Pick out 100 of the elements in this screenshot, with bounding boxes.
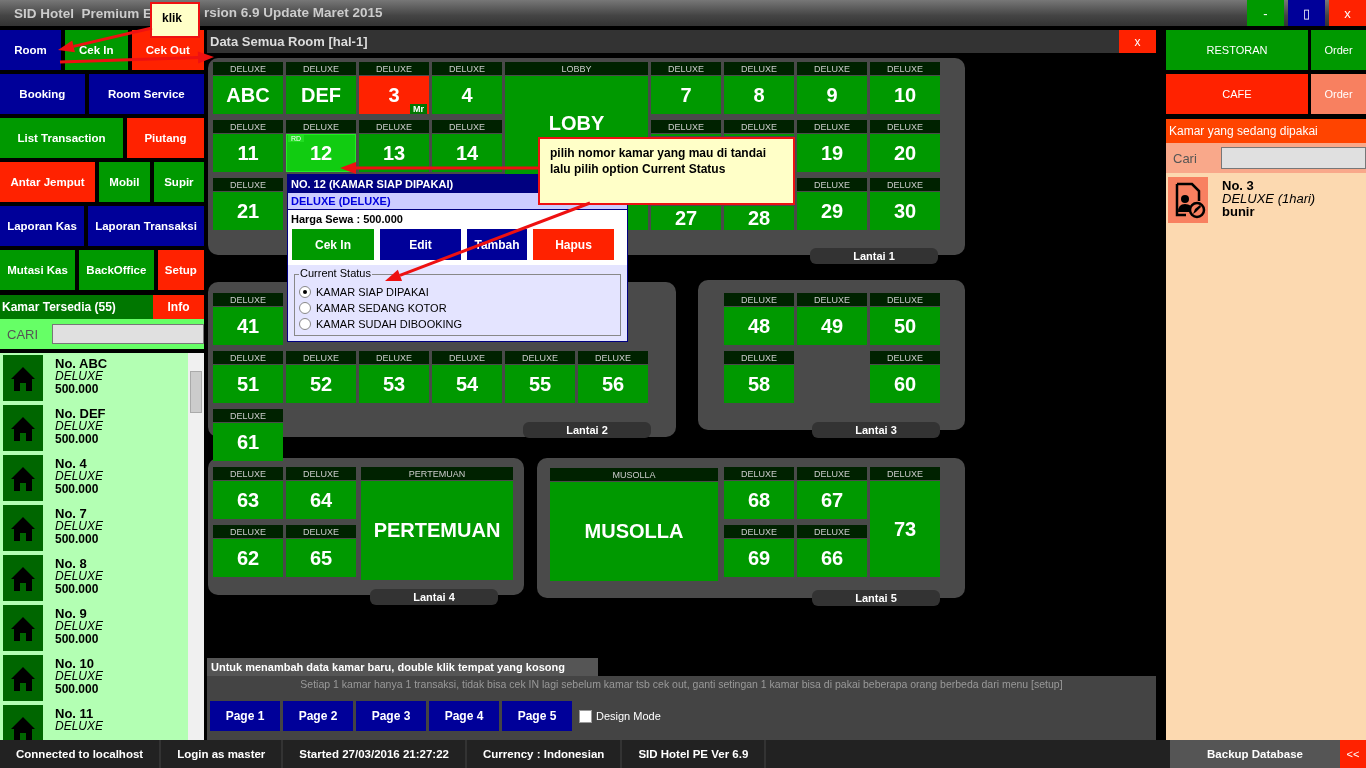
room-type: DELUXE	[55, 370, 105, 383]
hint-text: Untuk menambah data kamar baru, double klik tempat yang kosong	[207, 658, 598, 676]
room-price: 500.000	[55, 383, 100, 396]
minimize-button[interactable]: -	[1247, 0, 1284, 26]
floor-label: Lantai 4	[370, 589, 498, 605]
room-number: 19	[820, 141, 844, 165]
room-type: DELUXE	[668, 63, 704, 74]
page-button[interactable]: Page 4	[429, 701, 499, 731]
room-type: DELUXE	[741, 121, 777, 132]
room-number: 10	[893, 83, 917, 107]
room-number: PERTEMUAN	[373, 519, 501, 542]
info-text: Setiap 1 kamar hanya 1 transaksi, tidak bisa cek IN lagi sebelum kamar tsb cek out, ganti setingan 1 kamar bisa di pakai beberapa orang berbeda dari menu [setup]	[207, 676, 1156, 692]
menu-button[interactable]: Laporan Kas	[0, 206, 85, 246]
room-number: 64	[309, 488, 333, 512]
menu-button[interactable]: RESTORAN	[1166, 30, 1308, 70]
room-number: 53	[382, 372, 406, 396]
menu-button[interactable]: Mutasi Kas	[0, 250, 76, 290]
room-badge: Mr	[410, 104, 427, 114]
room-type: DELUXE	[376, 352, 412, 363]
action-button[interactable]: Hapus	[533, 229, 614, 260]
room-number: 14	[455, 141, 479, 165]
info-button[interactable]: Info	[153, 295, 204, 319]
floor-label: Lantai 5	[812, 590, 940, 606]
room-type: DELUXE	[55, 470, 104, 483]
room-number: 56	[601, 372, 625, 396]
checkbox-label: Design Mode	[596, 710, 661, 722]
room-name: No. 10	[55, 657, 95, 670]
menu-button[interactable]: Antar Jemput	[0, 162, 95, 202]
room-number: 58	[747, 372, 771, 396]
room-number: 68	[747, 488, 771, 512]
room-tile[interactable]: DELUXE	[724, 120, 794, 136]
room-number: 21	[236, 199, 260, 223]
page-button[interactable]: Page 3	[356, 701, 426, 731]
panel-header: Kamar Tersedia (55)	[0, 295, 153, 319]
scrollbar[interactable]	[188, 353, 204, 740]
room-number: 49	[820, 314, 844, 338]
room-type: DELUXE	[887, 468, 923, 479]
room-type: DELUXE	[814, 526, 850, 537]
menu-button[interactable]: CAFE	[1166, 74, 1308, 114]
document-person-icon	[1168, 177, 1208, 223]
page-button[interactable]: Page 5	[502, 701, 572, 731]
page-button[interactable]: Page 1	[210, 701, 280, 731]
backup-button[interactable]: Backup Database	[1170, 740, 1340, 768]
room-number: MUSOLLA	[584, 520, 684, 543]
room-name: No. DEF	[55, 407, 106, 420]
search-label: Cari	[1172, 150, 1198, 166]
search-field[interactable]	[52, 324, 204, 344]
room-type: DELUXE	[668, 121, 704, 132]
maximize-button[interactable]: ▯	[1288, 0, 1325, 26]
menu-button[interactable]: Laporan Transaksi	[88, 206, 204, 246]
order-button[interactable]: Order	[1311, 30, 1366, 70]
menu-button[interactable]: BackOffice	[79, 250, 154, 290]
menu-button[interactable]: Room Service	[88, 74, 204, 114]
room-type: DELUXE	[303, 526, 339, 537]
status-text: Connected to localhost	[0, 740, 162, 768]
radio-button[interactable]	[299, 302, 311, 314]
room-number: 54	[455, 372, 479, 396]
checkbox[interactable]	[579, 709, 592, 723]
room-type: DELUXE	[230, 121, 266, 132]
room-number: 3	[388, 83, 400, 107]
room-number: 73	[893, 517, 917, 541]
house-icon	[3, 405, 43, 451]
collapse-button[interactable]: <<	[1340, 740, 1366, 768]
room-type: DELUXE	[55, 670, 104, 683]
room-type: DELUXE	[741, 294, 777, 305]
room-tile[interactable]: 28	[724, 206, 794, 230]
action-button[interactable]: Edit	[380, 229, 461, 260]
room-number: 20	[893, 141, 917, 165]
room-type: MUSOLLA	[612, 469, 656, 480]
callout-tooltip: klik	[150, 2, 200, 38]
room-number: 9	[826, 83, 838, 107]
room-type: DELUXE	[741, 63, 777, 74]
room-type: DELUXE	[230, 352, 266, 363]
room-number: 60	[893, 372, 917, 396]
close-button[interactable]: x	[1329, 0, 1366, 26]
menu-button[interactable]: List Transaction	[0, 118, 123, 158]
menu-button[interactable]: Room	[0, 30, 61, 70]
page-button[interactable]: Page 2	[283, 701, 353, 731]
close-button[interactable]: x	[1119, 30, 1156, 53]
menu-button[interactable]: Mobil	[98, 162, 150, 202]
action-button[interactable]: Cek In	[292, 229, 374, 260]
search-field[interactable]	[1221, 147, 1366, 169]
price-label: Harga Sewa : 500.000	[290, 212, 404, 227]
room-type: DELUXE	[230, 179, 266, 190]
radio-button[interactable]	[299, 286, 311, 298]
menu-button[interactable]: Setup	[157, 250, 204, 290]
radio-button[interactable]	[299, 318, 311, 330]
room-price: 500.000	[55, 533, 100, 546]
room-tile[interactable]: 27	[651, 206, 721, 230]
room-type: DELUXE	[595, 352, 631, 363]
menu-button[interactable]: Booking	[0, 74, 85, 114]
window-title: Data Semua Room [hal-1]	[210, 34, 368, 49]
house-icon	[3, 455, 43, 501]
room-price: 500.000	[55, 583, 100, 596]
room-number: 69	[747, 546, 771, 570]
room-tile[interactable]: DELUXE	[651, 120, 721, 136]
menu-button[interactable]: Piutang	[127, 118, 204, 158]
menu-button[interactable]: Supir	[153, 162, 204, 202]
guest-name: bunir	[1222, 205, 1256, 218]
room-type: DELUXE	[814, 179, 850, 190]
